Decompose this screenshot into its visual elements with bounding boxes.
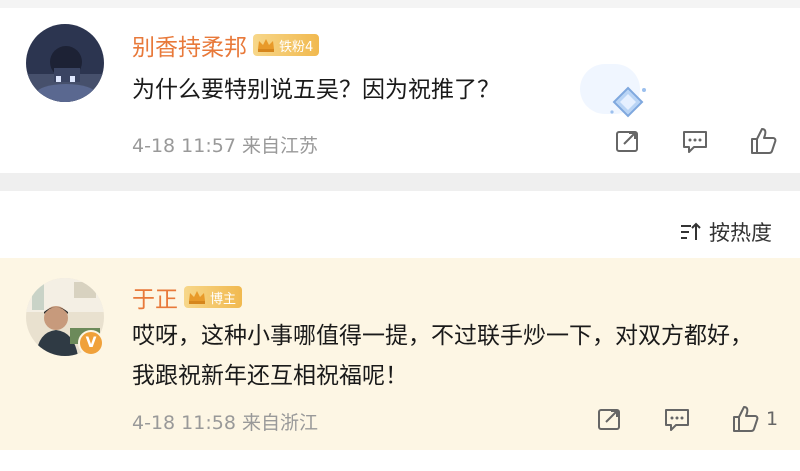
- comment-actions: 1: [594, 404, 778, 434]
- sort-toggle[interactable]: 按热度: [679, 217, 772, 247]
- comment-header: 于正 博主: [132, 280, 243, 314]
- share-icon[interactable]: [594, 404, 624, 434]
- reply-icon[interactable]: [662, 404, 692, 434]
- comment-text: 为什么要特别说五吴？因为祝推了？: [132, 77, 500, 103]
- share-icon[interactable]: [612, 126, 642, 156]
- crown-icon: [189, 291, 205, 304]
- avatar[interactable]: [26, 24, 104, 102]
- badge-label: 博主: [210, 291, 237, 307]
- sort-icon: [681, 222, 701, 240]
- like-icon[interactable]: [748, 126, 778, 156]
- comment-item: 别香持柔邦 铁粉4 为什么要特别说五吴？因为祝推了？ 4-18 11:57 来自…: [0, 8, 800, 173]
- author-badge: 博主: [184, 286, 243, 308]
- sort-bar: 按热度: [0, 191, 800, 258]
- verified-v-icon: V: [78, 330, 104, 356]
- comment-header: 别香持柔邦 铁粉4: [132, 28, 320, 62]
- section-divider: [0, 173, 800, 191]
- reply-icon[interactable]: [680, 126, 710, 156]
- username[interactable]: 于正: [132, 280, 178, 314]
- like-control[interactable]: 1: [730, 404, 778, 434]
- fan-badge: 铁粉4: [253, 34, 320, 56]
- comment-item-author: V 于正 博主 哎呀，这种小事哪值得一提，不过联手炒一下，对双方都好，我跟祝新年…: [0, 258, 800, 450]
- username[interactable]: 别香持柔邦: [132, 28, 247, 62]
- badge-label: 铁粉4: [279, 39, 314, 55]
- diamond-sticker-icon: [610, 86, 646, 118]
- comment-actions: [612, 126, 778, 156]
- crown-icon: [258, 39, 274, 52]
- comment-meta: 4-18 11:57 来自江苏: [132, 135, 318, 157]
- like-count: 1: [766, 408, 779, 430]
- bottom-spacer: [0, 450, 800, 471]
- comment-text: 哎呀，这种小事哪值得一提，不过联手炒一下，对双方都好，我跟祝新年还互相祝福呢！: [132, 323, 753, 389]
- top-divider: [0, 0, 800, 8]
- like-icon: [733, 406, 759, 432]
- sort-label: 按热度: [709, 221, 772, 245]
- comment-meta: 4-18 11:58 来自浙江: [132, 412, 318, 434]
